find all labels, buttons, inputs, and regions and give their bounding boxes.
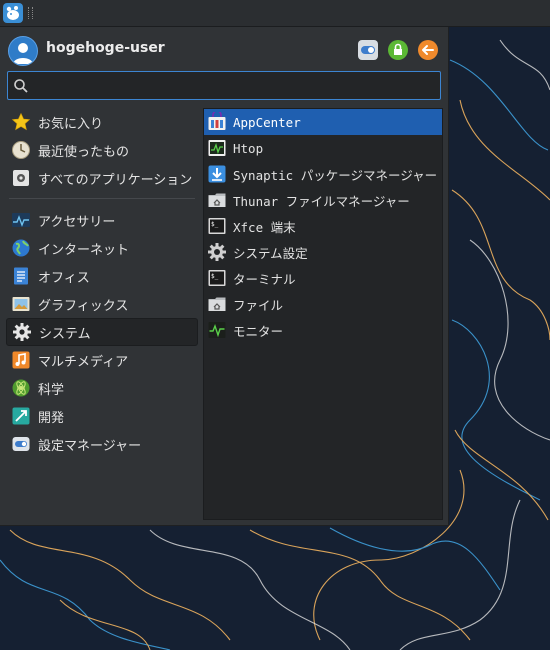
app-label: ターミナル — [233, 271, 296, 287]
category-label: 設定マネージャー — [38, 438, 142, 454]
category-list: お気に入り 最近使ったもの すべてのアプリケーション アクセサリー インターネッ… — [6, 108, 198, 458]
app-item-system-settings[interactable]: システム設定 — [204, 239, 442, 265]
log-out-button[interactable] — [418, 40, 438, 60]
category-recent[interactable]: 最近使ったもの — [6, 136, 198, 164]
app-item-files[interactable]: ファイル — [204, 291, 442, 317]
category-all-applications[interactable]: すべてのアプリケーション — [6, 164, 198, 192]
logout-icon — [422, 45, 434, 55]
app-label: AppCenter — [233, 114, 301, 130]
all-apps-icon — [13, 170, 29, 186]
category-label: インターネット — [38, 242, 130, 258]
username-label: hogehoge-user — [46, 40, 165, 56]
category-office[interactable]: オフィス — [6, 262, 198, 290]
globe-icon — [12, 239, 30, 257]
whisker-menu: hogehoge-user お気に入り 最近使ったもの すべてのアプリケーション… — [0, 27, 449, 526]
category-science[interactable]: 科学 — [6, 374, 198, 402]
settings-manager-button[interactable] — [358, 40, 378, 60]
category-label: 科学 — [38, 382, 65, 398]
science-icon — [12, 379, 30, 397]
category-favorites[interactable]: お気に入り — [6, 108, 198, 136]
search-icon — [14, 79, 28, 93]
gear-icon — [13, 323, 31, 341]
terminal-icon: $_ — [208, 218, 226, 234]
clock-icon — [12, 141, 30, 159]
category-label: 最近使ったもの — [38, 144, 130, 160]
settings-toggle-icon — [361, 46, 375, 54]
music-icon — [12, 351, 30, 369]
xfce-mouse-icon — [6, 6, 19, 20]
htop-icon — [208, 140, 226, 156]
app-label: ファイル — [233, 297, 284, 313]
category-label: システム — [39, 326, 91, 342]
category-accessories[interactable]: アクセサリー — [6, 206, 198, 234]
system-monitor-icon — [208, 322, 226, 338]
appcenter-icon — [208, 112, 226, 130]
category-label: グラフィックス — [38, 298, 129, 314]
category-label: オフィス — [38, 270, 90, 286]
gear-icon — [208, 243, 226, 261]
folder-home-icon — [208, 193, 226, 207]
settings-manager-icon — [12, 437, 30, 451]
app-item-terminal[interactable]: $_ ターミナル — [204, 265, 442, 291]
category-label: アクセサリー — [38, 214, 116, 230]
development-icon — [12, 407, 30, 425]
app-item-thunar[interactable]: Thunar ファイルマネージャー — [204, 187, 442, 213]
app-item-monitor[interactable]: モニター — [204, 317, 442, 343]
app-item-synaptic[interactable]: Synaptic パッケージマネージャー — [204, 161, 442, 187]
category-graphics[interactable]: グラフィックス — [6, 290, 198, 318]
category-development[interactable]: 開発 — [6, 402, 198, 430]
whisker-menu-button[interactable] — [3, 3, 23, 23]
svg-text:$_: $_ — [211, 273, 219, 280]
category-multimedia[interactable]: マルチメディア — [6, 346, 198, 374]
category-label: すべてのアプリケーション — [38, 172, 193, 188]
app-label: Thunar ファイルマネージャー — [233, 193, 410, 209]
application-list: AppCenter Htop Synaptic パッケージマネージャー Thun… — [203, 108, 443, 520]
search-input[interactable] — [36, 76, 435, 97]
category-label: マルチメディア — [38, 354, 129, 370]
app-label: システム設定 — [233, 245, 308, 261]
accessories-icon — [12, 213, 30, 227]
app-item-xfce-terminal[interactable]: $_ Xfce 端末 — [204, 213, 442, 239]
lock-screen-button[interactable] — [388, 40, 408, 60]
user-avatar — [8, 36, 38, 66]
svg-text:$_: $_ — [211, 221, 219, 228]
office-icon — [14, 267, 28, 285]
app-label: Xfce 端末 — [233, 219, 296, 235]
category-label: 開発 — [38, 410, 65, 426]
terminal-icon: $_ — [208, 270, 226, 286]
lock-icon — [394, 43, 402, 55]
star-icon — [11, 112, 31, 131]
search-box — [7, 71, 441, 100]
folder-home-icon — [208, 297, 226, 311]
category-label: お気に入り — [38, 116, 104, 132]
app-label: Synaptic パッケージマネージャー — [233, 167, 438, 183]
synaptic-icon — [208, 165, 226, 183]
app-label: モニター — [233, 323, 284, 339]
app-item-htop[interactable]: Htop — [204, 135, 442, 161]
panel-separator-handle[interactable] — [28, 7, 33, 19]
category-system[interactable]: システム — [6, 318, 198, 346]
category-separator — [9, 198, 195, 199]
top-panel — [0, 0, 550, 27]
app-label: Htop — [233, 140, 264, 156]
graphics-icon — [12, 297, 30, 311]
app-item-appcenter[interactable]: AppCenter — [204, 109, 442, 135]
category-settings-manager[interactable]: 設定マネージャー — [6, 430, 198, 458]
category-internet[interactable]: インターネット — [6, 234, 198, 262]
user-icon — [13, 43, 33, 64]
